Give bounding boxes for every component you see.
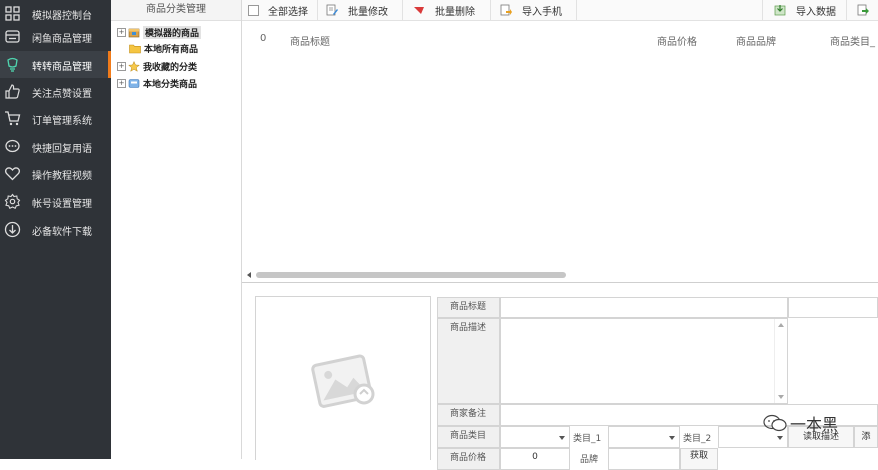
- tree-node-local-all-goods[interactable]: 本地所有商品: [129, 40, 198, 56]
- tree-node-label: 模拟器的商品: [143, 25, 202, 39]
- description-textarea[interactable]: [500, 318, 788, 404]
- grid-icon: [5, 6, 20, 21]
- batch-delete-button[interactable]: 批量删除: [413, 0, 475, 20]
- database-icon: [128, 78, 140, 88]
- folder-icon: [129, 44, 141, 53]
- fetch-button[interactable]: 获取: [680, 448, 718, 470]
- category-select[interactable]: [500, 426, 570, 448]
- chevron-down-icon: [559, 436, 565, 440]
- expand-icon[interactable]: +: [117, 61, 126, 71]
- import-phone-button[interactable]: 导入手机: [500, 0, 562, 20]
- chevron-down-icon: [777, 436, 783, 440]
- category-tree-panel: 商品分类管理 + 模拟器的商品 本地所有商品 + 我收藏的分类 + 本地分类商品: [111, 0, 242, 459]
- import-data-button[interactable]: 导入数据: [774, 0, 836, 20]
- column-header-category[interactable]: 商品类目_: [830, 33, 875, 48]
- sidebar-item-account-settings[interactable]: 帐号设置管理: [0, 188, 111, 215]
- add-button[interactable]: 添: [854, 426, 878, 448]
- sidebar-item-label: 模拟器控制台: [32, 11, 92, 22]
- title-label: 商品标题: [437, 297, 500, 318]
- expand-icon[interactable]: +: [117, 27, 126, 37]
- panel-divider: [242, 282, 878, 283]
- chat-icon: [5, 139, 20, 153]
- select-all-label: 全部选择: [268, 6, 308, 18]
- brand-input[interactable]: [608, 448, 680, 470]
- sidebar-item-xianyu-goods[interactable]: 闲鱼商品管理: [0, 23, 111, 50]
- sidebar: 模拟器控制台 闲鱼商品管理 转转商品管理 关注点赞设置 订单管理系统 快捷回复用…: [0, 0, 111, 459]
- thumbs-up-icon: [5, 84, 20, 99]
- sidebar-item-label: 闲鱼商品管理: [32, 34, 92, 45]
- tree-header: 商品分类管理: [111, 0, 241, 21]
- wallet-icon: [5, 30, 20, 43]
- sidebar-item-label: 快捷回复用语: [32, 144, 92, 155]
- chevron-down-icon: [669, 436, 675, 440]
- batch-delete-label: 批量删除: [435, 6, 475, 18]
- sidebar-item-software-download[interactable]: 必备软件下载: [0, 216, 111, 243]
- title-input[interactable]: [500, 297, 788, 318]
- sidebar-item-tutorial-video[interactable]: 操作教程视频: [0, 160, 111, 187]
- cart-icon: [5, 111, 21, 126]
- category-2-label: 类目_2: [683, 434, 712, 444]
- merchant-note-label: 商家备注: [437, 404, 500, 426]
- sidebar-item-label: 关注点赞设置: [32, 89, 92, 100]
- sidebar-item-label: 帐号设置管理: [32, 199, 92, 210]
- product-image-box[interactable]: [255, 296, 431, 460]
- star-icon: [128, 60, 140, 72]
- tree-node-label: 本地所有商品: [144, 44, 199, 55]
- category-label: 商品类目: [437, 426, 500, 448]
- import-data-icon: [774, 5, 786, 16]
- wechat-icon: [763, 414, 787, 432]
- image-placeholder-icon: [311, 354, 375, 408]
- tree-node-my-favorites[interactable]: + 我收藏的分类: [117, 58, 197, 74]
- sidebar-item-quick-reply[interactable]: 快捷回复用语: [0, 133, 111, 160]
- watermark-text: 一本黑: [790, 415, 839, 434]
- expand-icon[interactable]: +: [117, 78, 126, 88]
- download-icon: [4, 221, 21, 238]
- toolbar: 全部选择 批量修改 批量删除 导入手机 导入数据: [242, 0, 878, 21]
- sidebar-item-label: 操作教程视频: [32, 171, 92, 182]
- description-label: 商品描述: [437, 318, 500, 404]
- delete-icon: [414, 7, 424, 14]
- tree-node-label: 本地分类商品: [143, 79, 198, 90]
- tree-node-local-category-goods[interactable]: + 本地分类商品: [117, 75, 197, 91]
- description-scrollbar[interactable]: [774, 319, 787, 403]
- gear-icon: [4, 193, 21, 210]
- column-header-title[interactable]: 商品标题: [290, 33, 330, 48]
- sidebar-item-label: 必备软件下载: [32, 227, 92, 238]
- goods-grid-header: 0 商品标题 商品价格 商品品牌 商品类目_: [242, 30, 878, 50]
- sidebar-item-label: 订单管理系统: [32, 116, 92, 127]
- sidebar-item-follow-like[interactable]: 关注点赞设置: [0, 78, 111, 105]
- scroll-up-arrow-icon[interactable]: [778, 323, 784, 327]
- column-header-price[interactable]: 商品价格: [657, 33, 697, 48]
- column-header-brand[interactable]: 商品品牌: [736, 33, 776, 48]
- edit-document-icon: [326, 4, 338, 16]
- sidebar-item-orders[interactable]: 订单管理系统: [0, 105, 111, 132]
- import-document-icon: [500, 4, 512, 16]
- tree-node-emulator-goods[interactable]: + 模拟器的商品: [117, 24, 202, 40]
- price-input[interactable]: 0: [500, 448, 570, 470]
- sidebar-item-label: 转转商品管理: [32, 62, 92, 73]
- scroll-down-arrow-icon[interactable]: [778, 395, 784, 399]
- column-header-index[interactable]: 0: [260, 33, 266, 44]
- title-extra-field[interactable]: [788, 297, 878, 318]
- scrollbar-thumb[interactable]: [256, 272, 566, 278]
- box-icon: [128, 28, 140, 37]
- batch-edit-label: 批量修改: [348, 6, 388, 18]
- import-data-label: 导入数据: [796, 6, 836, 18]
- export-document-icon: [857, 4, 869, 16]
- checkbox-icon[interactable]: [248, 4, 259, 16]
- batch-edit-button[interactable]: 批量修改: [326, 0, 388, 20]
- import-phone-label: 导入手机: [522, 6, 562, 18]
- category-1-label: 类目_1: [573, 434, 602, 444]
- price-label: 商品价格: [437, 448, 500, 470]
- sidebar-item-zhuanzhuan-goods[interactable]: 转转商品管理: [0, 51, 111, 78]
- scroll-left-arrow-icon[interactable]: [247, 272, 251, 278]
- select-all-checkbox[interactable]: 全部选择: [248, 0, 308, 20]
- category-1-select[interactable]: [608, 426, 680, 448]
- export-data-button[interactable]: [857, 0, 878, 20]
- heart-icon: [4, 167, 21, 181]
- tree-node-label: 我收藏的分类: [143, 62, 198, 73]
- bulb-icon: [7, 57, 18, 72]
- watermark: 一本黑: [762, 412, 838, 434]
